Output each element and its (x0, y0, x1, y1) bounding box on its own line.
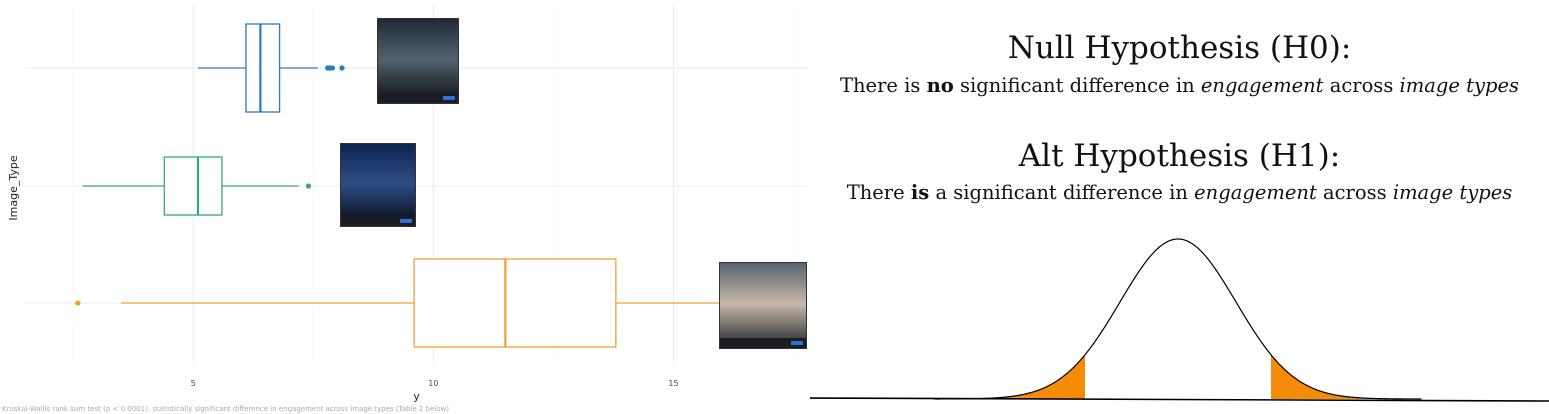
box-iqr (163, 156, 223, 216)
starry-lake-night-thumbnail (340, 143, 416, 227)
x-tick-label: 10 (428, 379, 438, 388)
chart-caption: Kruskal-Wallis rank sum test (p < 0.0001… (2, 405, 449, 413)
boxplot-panel: 5 10 15 y Image_Type Kruskal-Wallis rank sum… (0, 0, 810, 414)
y-axis-title: Image_Type (7, 155, 20, 220)
right-rejection-region (1271, 354, 1410, 399)
box-iqr (413, 258, 617, 348)
outlier-point (329, 65, 336, 71)
baseline-axis (810, 397, 1549, 402)
outlier-point (75, 300, 81, 306)
thumbnail-badge-icon (791, 341, 803, 345)
child-with-baby-thumbnail (719, 262, 807, 349)
bell-curve-diagram (810, 238, 1549, 402)
thumbnail-badge-icon (400, 219, 412, 223)
outlier-point (339, 65, 345, 71)
thumbnail-badge-icon (443, 96, 455, 100)
x-tick-label: 15 (668, 379, 678, 388)
city-skyline-night-thumbnail (377, 18, 459, 104)
box-iqr (245, 23, 281, 113)
normal-distribution-curve (934, 238, 1422, 400)
hypothesis-panel: Null Hypothesis (H0): There is no signif… (810, 0, 1549, 414)
left-rejection-region (946, 354, 1085, 399)
box-series-2 (82, 156, 312, 216)
x-tick-label: 5 (191, 379, 196, 388)
box-series-1 (75, 258, 770, 348)
outlier-point (305, 183, 312, 189)
x-axis-title: y (413, 390, 420, 403)
